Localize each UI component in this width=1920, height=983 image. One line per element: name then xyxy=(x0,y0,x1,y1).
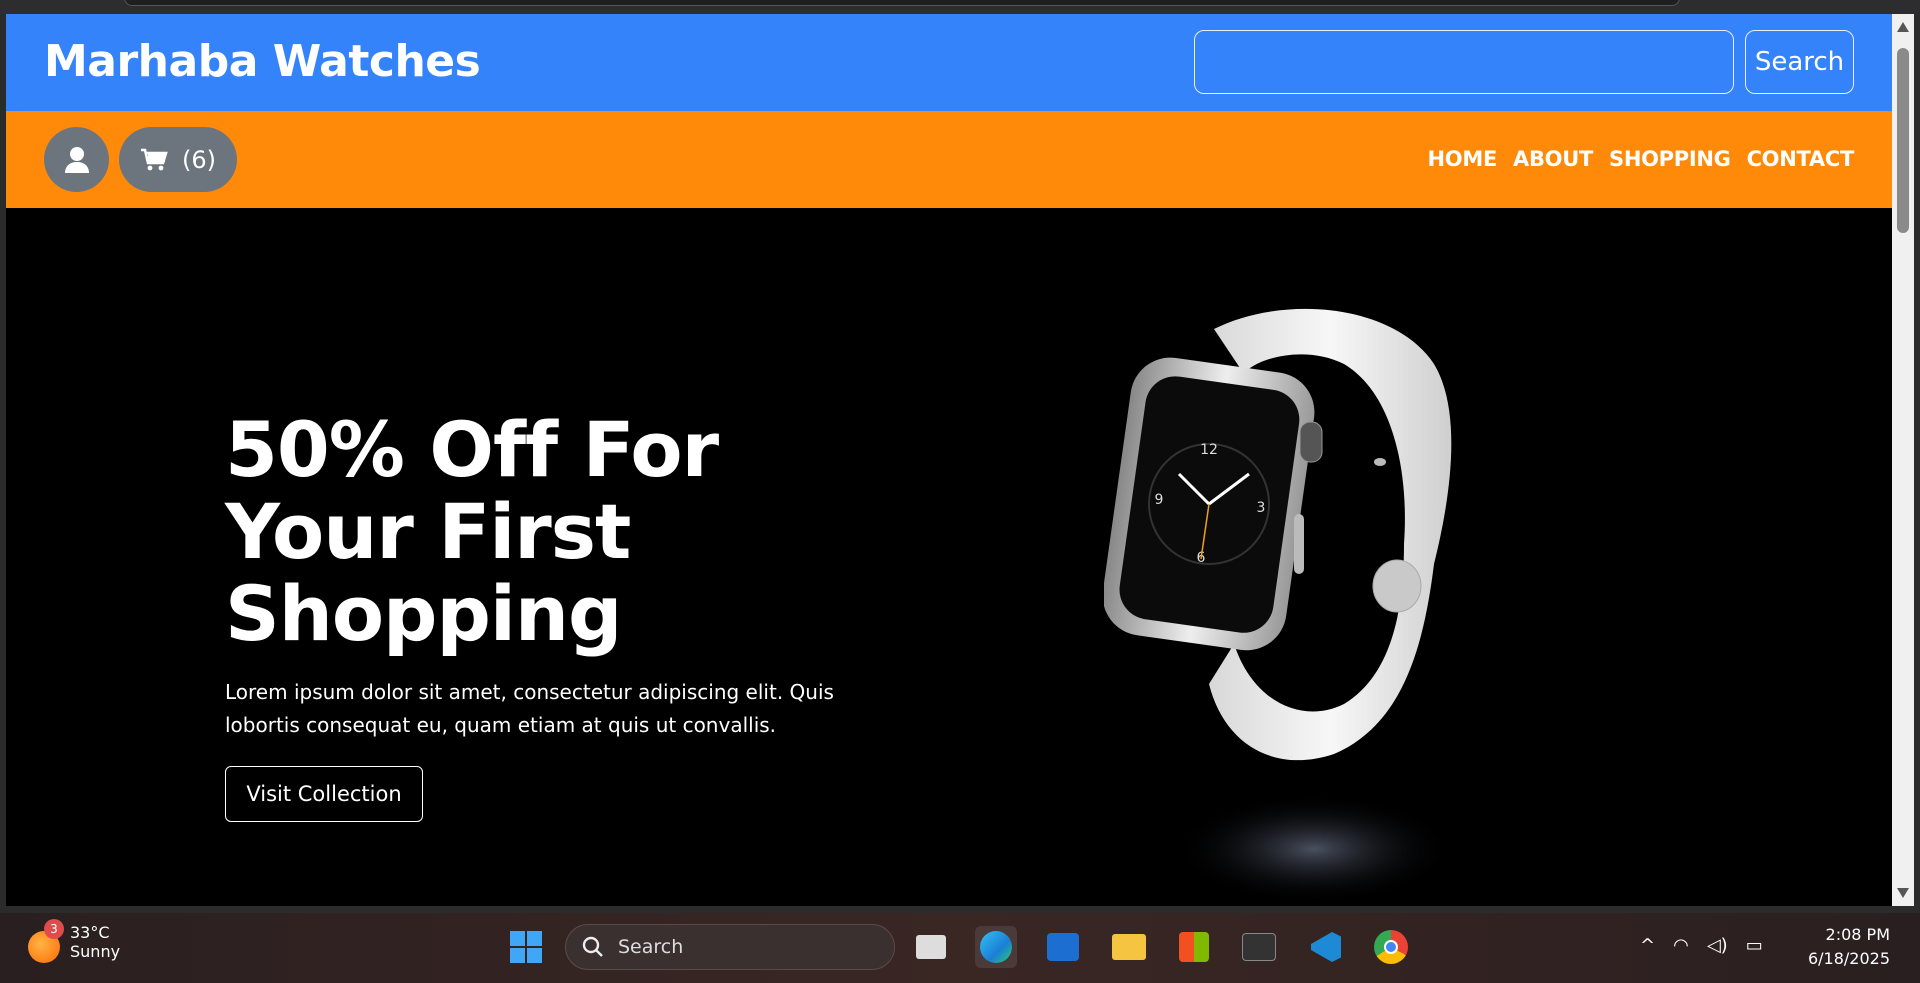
hero-title-line: Shopping xyxy=(225,569,622,658)
outlook-icon[interactable] xyxy=(1042,926,1084,968)
hero-title-line: 50% Off For xyxy=(225,405,719,494)
cart-button[interactable]: (6) xyxy=(119,127,237,192)
svg-text:9: 9 xyxy=(1155,492,1164,508)
visit-collection-button[interactable]: Visit Collection xyxy=(225,766,423,822)
menu-shopping[interactable]: SHOPPING xyxy=(1609,147,1731,171)
taskbar-clock[interactable]: 2:08 PM 6/18/2025 xyxy=(1790,923,1890,971)
hero-title-line: Your First xyxy=(225,487,631,576)
file-explorer-icon[interactable] xyxy=(1108,926,1150,968)
user-account-button[interactable] xyxy=(44,127,109,192)
menu-home[interactable]: HOME xyxy=(1428,147,1498,171)
menu-contact[interactable]: CONTACT xyxy=(1747,147,1855,171)
wifi-icon[interactable]: ◠ xyxy=(1673,935,1689,956)
page-scrollbar[interactable] xyxy=(1892,14,1914,906)
web-page: Marhaba Watches Search (6) HOME ABOUT SH… xyxy=(6,14,1892,906)
edge-browser-icon[interactable] xyxy=(975,926,1017,968)
vscode-icon[interactable] xyxy=(1305,926,1347,968)
clock-date: 6/18/2025 xyxy=(1807,949,1890,968)
cart-count: (6) xyxy=(182,145,216,174)
hero-description: Lorem ipsum dolor sit amet, consectetur … xyxy=(225,680,834,737)
search-button[interactable]: Search xyxy=(1745,30,1854,94)
weather-temp: 33°C xyxy=(70,923,110,942)
task-view-icon[interactable] xyxy=(910,926,952,968)
search-icon xyxy=(582,936,603,957)
windows-taskbar: 3 33°C Sunny Search ^ ◠ ◁) ▭ 2:08 PM 6/1… xyxy=(0,913,1920,983)
notification-badge: 3 xyxy=(44,919,64,939)
user-icon xyxy=(64,146,89,173)
weather-condition: Sunny xyxy=(70,942,121,961)
site-header: Marhaba Watches Search xyxy=(6,14,1892,111)
battery-icon[interactable]: ▭ xyxy=(1746,935,1763,956)
volume-icon[interactable]: ◁) xyxy=(1707,935,1728,956)
hero-title: 50% Off For Your First Shopping xyxy=(225,409,785,655)
smartwatch-image: 12 3 6 9 xyxy=(1104,308,1454,904)
address-bar[interactable] xyxy=(124,0,1680,6)
microsoft-store-icon[interactable] xyxy=(1173,926,1215,968)
nav-bar: (6) HOME ABOUT SHOPPING CONTACT xyxy=(6,111,1892,208)
cart-icon xyxy=(141,148,168,170)
terminal-icon[interactable] xyxy=(1238,926,1280,968)
browser-top-bar xyxy=(0,0,1920,14)
brand-logo[interactable]: Marhaba Watches xyxy=(44,36,481,87)
menu-about[interactable]: ABOUT xyxy=(1513,147,1593,171)
weather-widget[interactable]: 3 33°C Sunny xyxy=(28,919,121,963)
chrome-icon[interactable] xyxy=(1370,926,1412,968)
scroll-up-arrow-icon[interactable] xyxy=(1897,22,1909,32)
svg-text:12: 12 xyxy=(1200,442,1218,458)
scroll-thumb[interactable] xyxy=(1897,48,1909,233)
system-tray: ^ ◠ ◁) ▭ xyxy=(1640,935,1763,956)
scroll-down-arrow-icon[interactable] xyxy=(1897,888,1909,898)
taskbar-search-label: Search xyxy=(618,936,684,958)
svg-text:3: 3 xyxy=(1257,500,1266,516)
sun-icon: 3 xyxy=(28,919,64,963)
windows-start-icon[interactable] xyxy=(505,926,547,968)
search-input[interactable] xyxy=(1194,30,1734,94)
taskbar-search[interactable]: Search xyxy=(565,924,895,970)
chevron-up-icon[interactable]: ^ xyxy=(1640,935,1655,956)
clock-time: 2:08 PM xyxy=(1825,925,1890,944)
main-menu: HOME ABOUT SHOPPING CONTACT xyxy=(1428,147,1855,171)
